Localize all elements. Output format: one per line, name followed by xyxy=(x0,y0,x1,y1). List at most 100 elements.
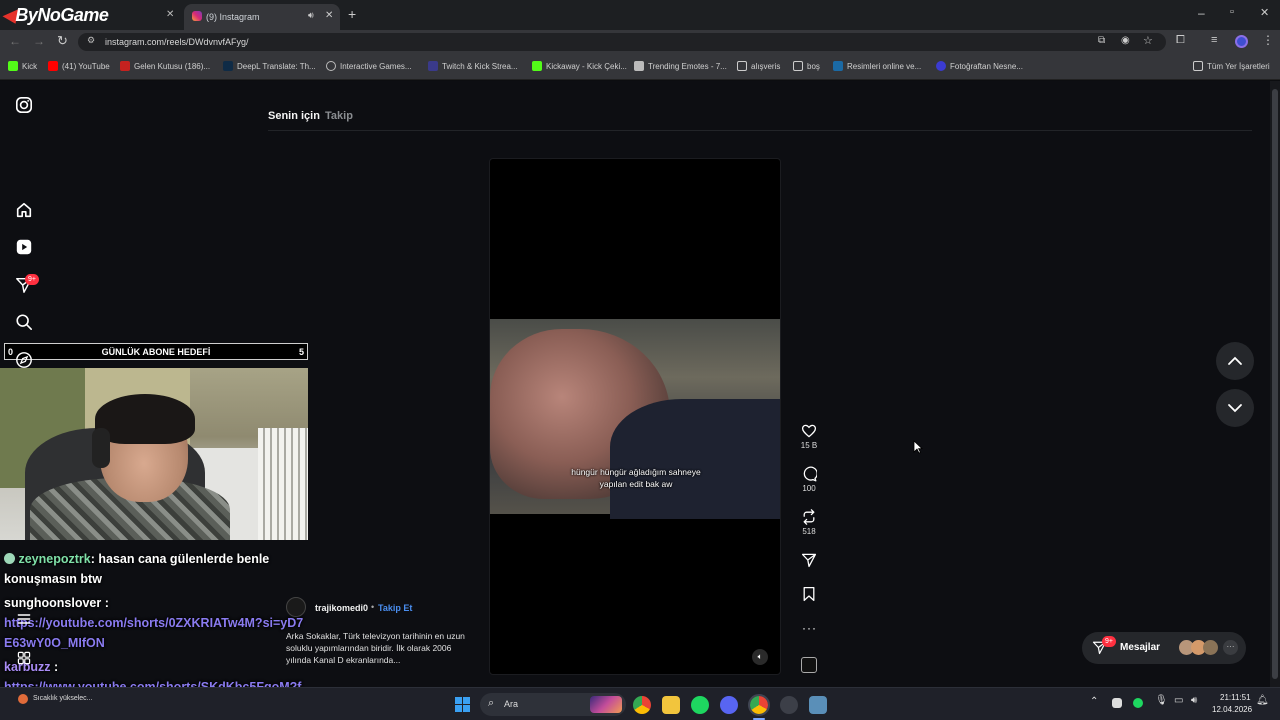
bookmark-label: Kick xyxy=(22,61,38,71)
minimize-icon[interactable]: – xyxy=(1198,6,1205,20)
kick-icon xyxy=(8,61,18,71)
bookmark-7tv[interactable]: Trending Emotes - 7... xyxy=(634,61,727,71)
goal-title: GÜNLÜK ABONE HEDEFİ xyxy=(101,347,211,357)
bookmark-twitch-kick[interactable]: Twitch & Kick Strea... xyxy=(428,61,518,71)
bookmark-youtube[interactable]: (41) YouTube xyxy=(48,61,110,71)
deepl-icon xyxy=(223,61,233,71)
follow-button[interactable]: Takip Et xyxy=(378,603,412,613)
bookmark-fotograftan[interactable]: Fotoğraftan Nesne... xyxy=(936,61,1023,71)
back-icon[interactable]: ← xyxy=(9,34,21,48)
forward-icon[interactable]: → xyxy=(33,34,45,48)
author-username[interactable]: trajikomedi0 xyxy=(315,603,368,613)
more-apps-icon[interactable] xyxy=(16,650,32,666)
page-scrollbar[interactable] xyxy=(1270,81,1280,687)
browser-menu-icon[interactable]: ⋮ xyxy=(1262,33,1274,47)
chrome-icon[interactable] xyxy=(633,696,651,714)
tray-overflow-icon[interactable]: ⌃ xyxy=(1090,696,1098,707)
reel-video[interactable]: hüngür hüngür ağladığım sahneye yapılan … xyxy=(489,158,781,675)
bookmark-kickaway[interactable]: Kickaway - Kick Çeki... xyxy=(532,61,627,71)
speaker-icon[interactable]: 🔊︎ xyxy=(308,10,314,21)
install-icon[interactable]: ⧉ xyxy=(1098,35,1105,46)
scrollbar-thumb[interactable] xyxy=(1272,89,1278,679)
spotify-icon[interactable] xyxy=(691,696,709,714)
bookmark-interactive-games[interactable]: Interactive Games... xyxy=(326,61,412,71)
extensions-icon[interactable]: ⧠ xyxy=(1176,34,1185,47)
all-bookmarks[interactable]: Tüm Yer İşaretleri xyxy=(1193,61,1270,71)
new-tab-icon[interactable]: + xyxy=(348,6,356,22)
folder-icon xyxy=(737,61,747,71)
maximize-icon[interactable]: ▫ xyxy=(1230,6,1234,18)
weather-icon[interactable] xyxy=(18,694,28,704)
chevron-down-icon xyxy=(1228,404,1242,413)
webcam-overlay xyxy=(0,368,308,540)
repost-button[interactable]: 518 xyxy=(797,509,821,536)
close-window-icon[interactable]: ✕ xyxy=(1260,6,1269,19)
volume-tray-icon[interactable]: 🔊︎ xyxy=(1191,695,1197,706)
url-text: instagram.com/reels/DWdvnvfAFyg/ xyxy=(105,37,249,47)
next-reel-button[interactable] xyxy=(1216,389,1254,427)
clock-date[interactable]: 12.04.2026 xyxy=(1212,705,1252,714)
bookmark-resimleri[interactable]: Resimleri online ve... xyxy=(833,61,921,71)
bookmark-star-icon[interactable]: ☆ xyxy=(1143,34,1153,47)
obs-icon[interactable] xyxy=(780,696,798,714)
audio-thumbnail[interactable] xyxy=(801,657,817,673)
like-button[interactable]: 15 B xyxy=(797,423,821,450)
youtube-icon xyxy=(48,61,58,71)
messages-label: Mesajlar xyxy=(1120,642,1161,653)
tab-close-icon[interactable]: ✕ xyxy=(325,10,333,21)
start-button[interactable] xyxy=(455,697,470,712)
user-badge-icon xyxy=(4,553,15,564)
kickaway-icon xyxy=(532,61,542,71)
tab-bynogame[interactable]: ◀ByNoGame ✕ xyxy=(0,4,180,30)
bookmark-deepl[interactable]: DeepL Translate: Th... xyxy=(223,61,316,71)
bookmark-folder-bos[interactable]: boş xyxy=(793,61,820,71)
bookmark-kick[interactable]: Kick xyxy=(8,61,37,71)
chrome-active-icon[interactable] xyxy=(748,694,770,716)
reload-icon[interactable]: ↻ xyxy=(57,33,68,49)
chat-link[interactable]: https://youtube.com/shorts/0ZXKRIATw4M?s… xyxy=(4,613,304,653)
spotify-tray-icon[interactable] xyxy=(1133,698,1143,708)
chevron-up-icon xyxy=(1228,356,1242,365)
messages-button[interactable]: 9+ Mesajlar ··· xyxy=(1082,632,1246,664)
eye-off-icon[interactable]: ◉ xyxy=(1121,35,1130,46)
more-options-icon[interactable]: ··· xyxy=(802,621,817,635)
file-explorer-icon[interactable] xyxy=(662,696,680,714)
network-icon[interactable]: ▭ xyxy=(1174,695,1183,706)
instagram-logo-icon[interactable] xyxy=(15,96,33,114)
taskbar-search[interactable]: ⌕ Ara xyxy=(480,693,626,716)
tab-close-icon[interactable]: ✕ xyxy=(166,9,174,20)
clock-time[interactable]: 21:11:51 xyxy=(1220,693,1251,702)
menu-icon[interactable] xyxy=(16,611,32,627)
bookmark-gmail[interactable]: Gelen Kutusu (186)... xyxy=(120,61,210,71)
tab-following[interactable]: Takip xyxy=(325,110,353,122)
home-icon[interactable] xyxy=(15,201,33,219)
rp-icon xyxy=(833,61,843,71)
search-highlight-image xyxy=(590,696,622,713)
reel-description[interactable]: Arka Sokaklar, Türk televizyon tarihinin… xyxy=(286,630,476,666)
comment-button[interactable]: 100 xyxy=(797,466,821,493)
previous-reel-button[interactable] xyxy=(1216,342,1254,380)
search-icon[interactable] xyxy=(15,313,33,331)
microphone-icon[interactable]: 🎙︎ xyxy=(1155,695,1168,706)
discord-icon[interactable] xyxy=(720,696,738,714)
tab-instagram[interactable]: (9) Instagram 🔊︎ ✕ xyxy=(184,4,340,30)
discord-tray-icon[interactable] xyxy=(1112,698,1122,708)
video-frame: hüngür hüngür ağladığım sahneye yapılan … xyxy=(490,319,780,519)
share-icon[interactable] xyxy=(801,552,817,568)
reels-icon[interactable] xyxy=(15,238,33,256)
app-icon[interactable] xyxy=(809,696,827,714)
address-bar[interactable]: ⚙ instagram.com/reels/DWdvnvfAFyg/ ⧉ ◉ ☆ xyxy=(78,33,1166,51)
weather-text[interactable]: Sıcaklık yükselec... xyxy=(33,695,93,702)
tab-for-you[interactable]: Senin için xyxy=(268,110,320,122)
site-info-icon[interactable]: ⚙ xyxy=(87,35,95,46)
volume-icon[interactable]: 🔈︎ xyxy=(752,649,768,665)
bookmark-icon[interactable] xyxy=(801,586,817,602)
profile-avatar[interactable] xyxy=(1235,35,1248,48)
media-control-icon[interactable]: ≡ xyxy=(1211,34,1217,46)
message-avatar xyxy=(1203,640,1218,655)
notification-badge: 9+ xyxy=(25,274,39,285)
bookmark-folder-alisveris[interactable]: alışveris xyxy=(737,61,780,71)
notification-bell-icon[interactable]: 🔔︎ xyxy=(1256,695,1269,706)
subscriber-goal-bar: 0 GÜNLÜK ABONE HEDEFİ 5 xyxy=(4,343,308,360)
explore-icon[interactable] xyxy=(15,351,33,369)
